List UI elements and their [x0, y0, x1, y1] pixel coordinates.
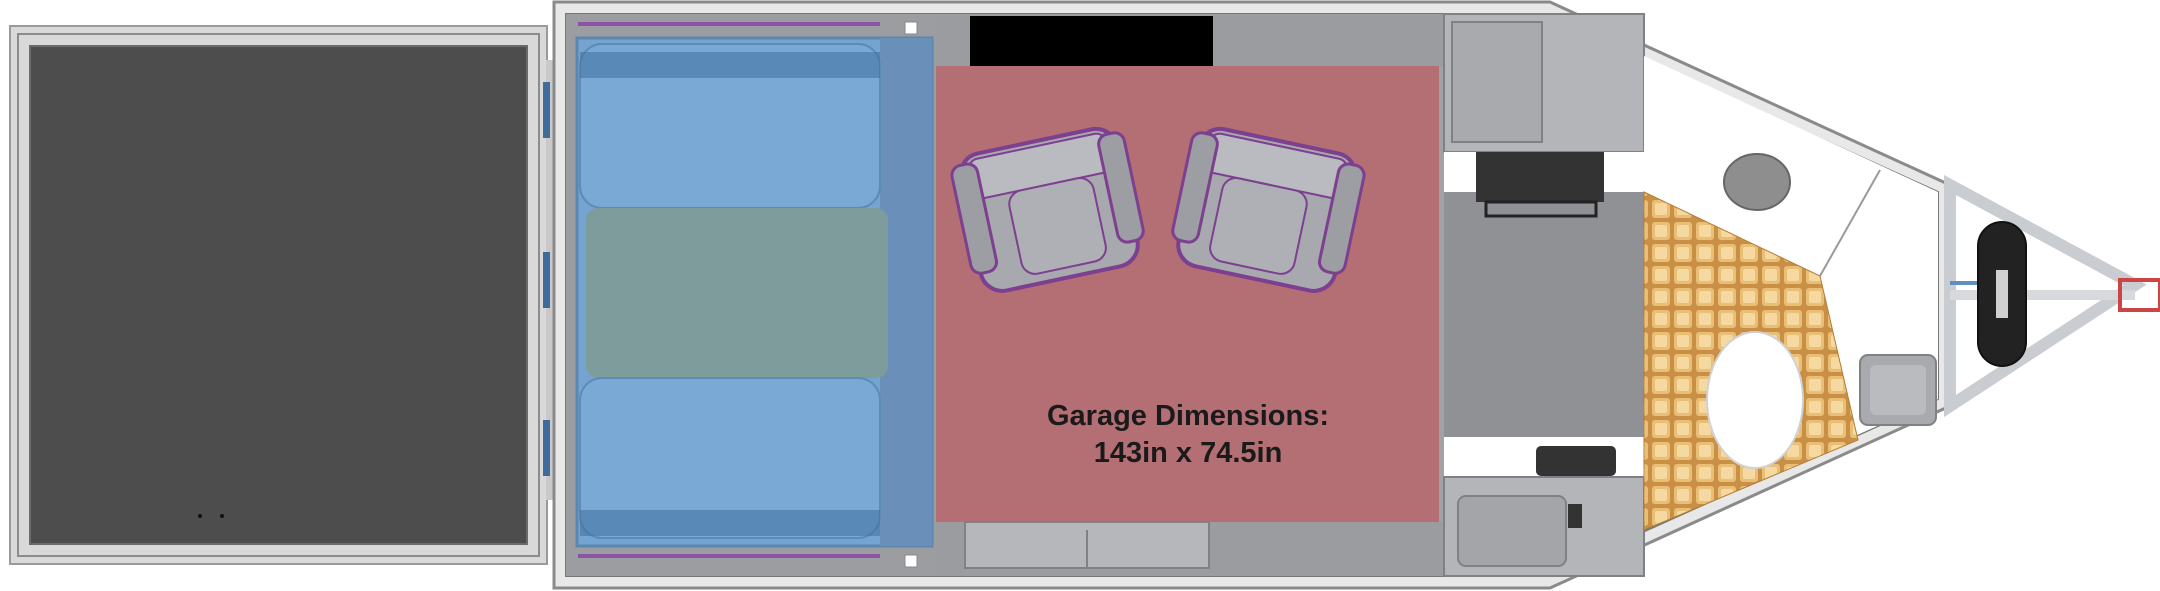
bathroom-area	[1643, 56, 1938, 531]
toilet-icon	[1706, 331, 1804, 469]
garage-dimensions-title: Garage Dimensions:	[1047, 400, 1329, 432]
sink-appliance	[1536, 446, 1616, 476]
ramp-door	[9, 25, 548, 565]
lower-cabinet	[936, 521, 1444, 576]
upper-cabinets	[936, 14, 1444, 68]
stove-appliance	[1476, 152, 1604, 202]
tv-screen	[970, 16, 1213, 68]
tongue-frame	[1944, 174, 2160, 418]
shower-drain-icon	[1723, 153, 1791, 211]
rear-post-bottom	[904, 554, 918, 568]
sofa-middle-cushion	[586, 208, 888, 378]
garage-dimensions-value: 143in x 74.5in	[1094, 437, 1283, 469]
rear-post-top	[904, 21, 918, 35]
trailer-floor-plan: Garage Dimensions: 143in x 74.5in	[9, 0, 2160, 590]
rear-sofa	[575, 22, 934, 558]
galley-area	[1443, 13, 1645, 577]
